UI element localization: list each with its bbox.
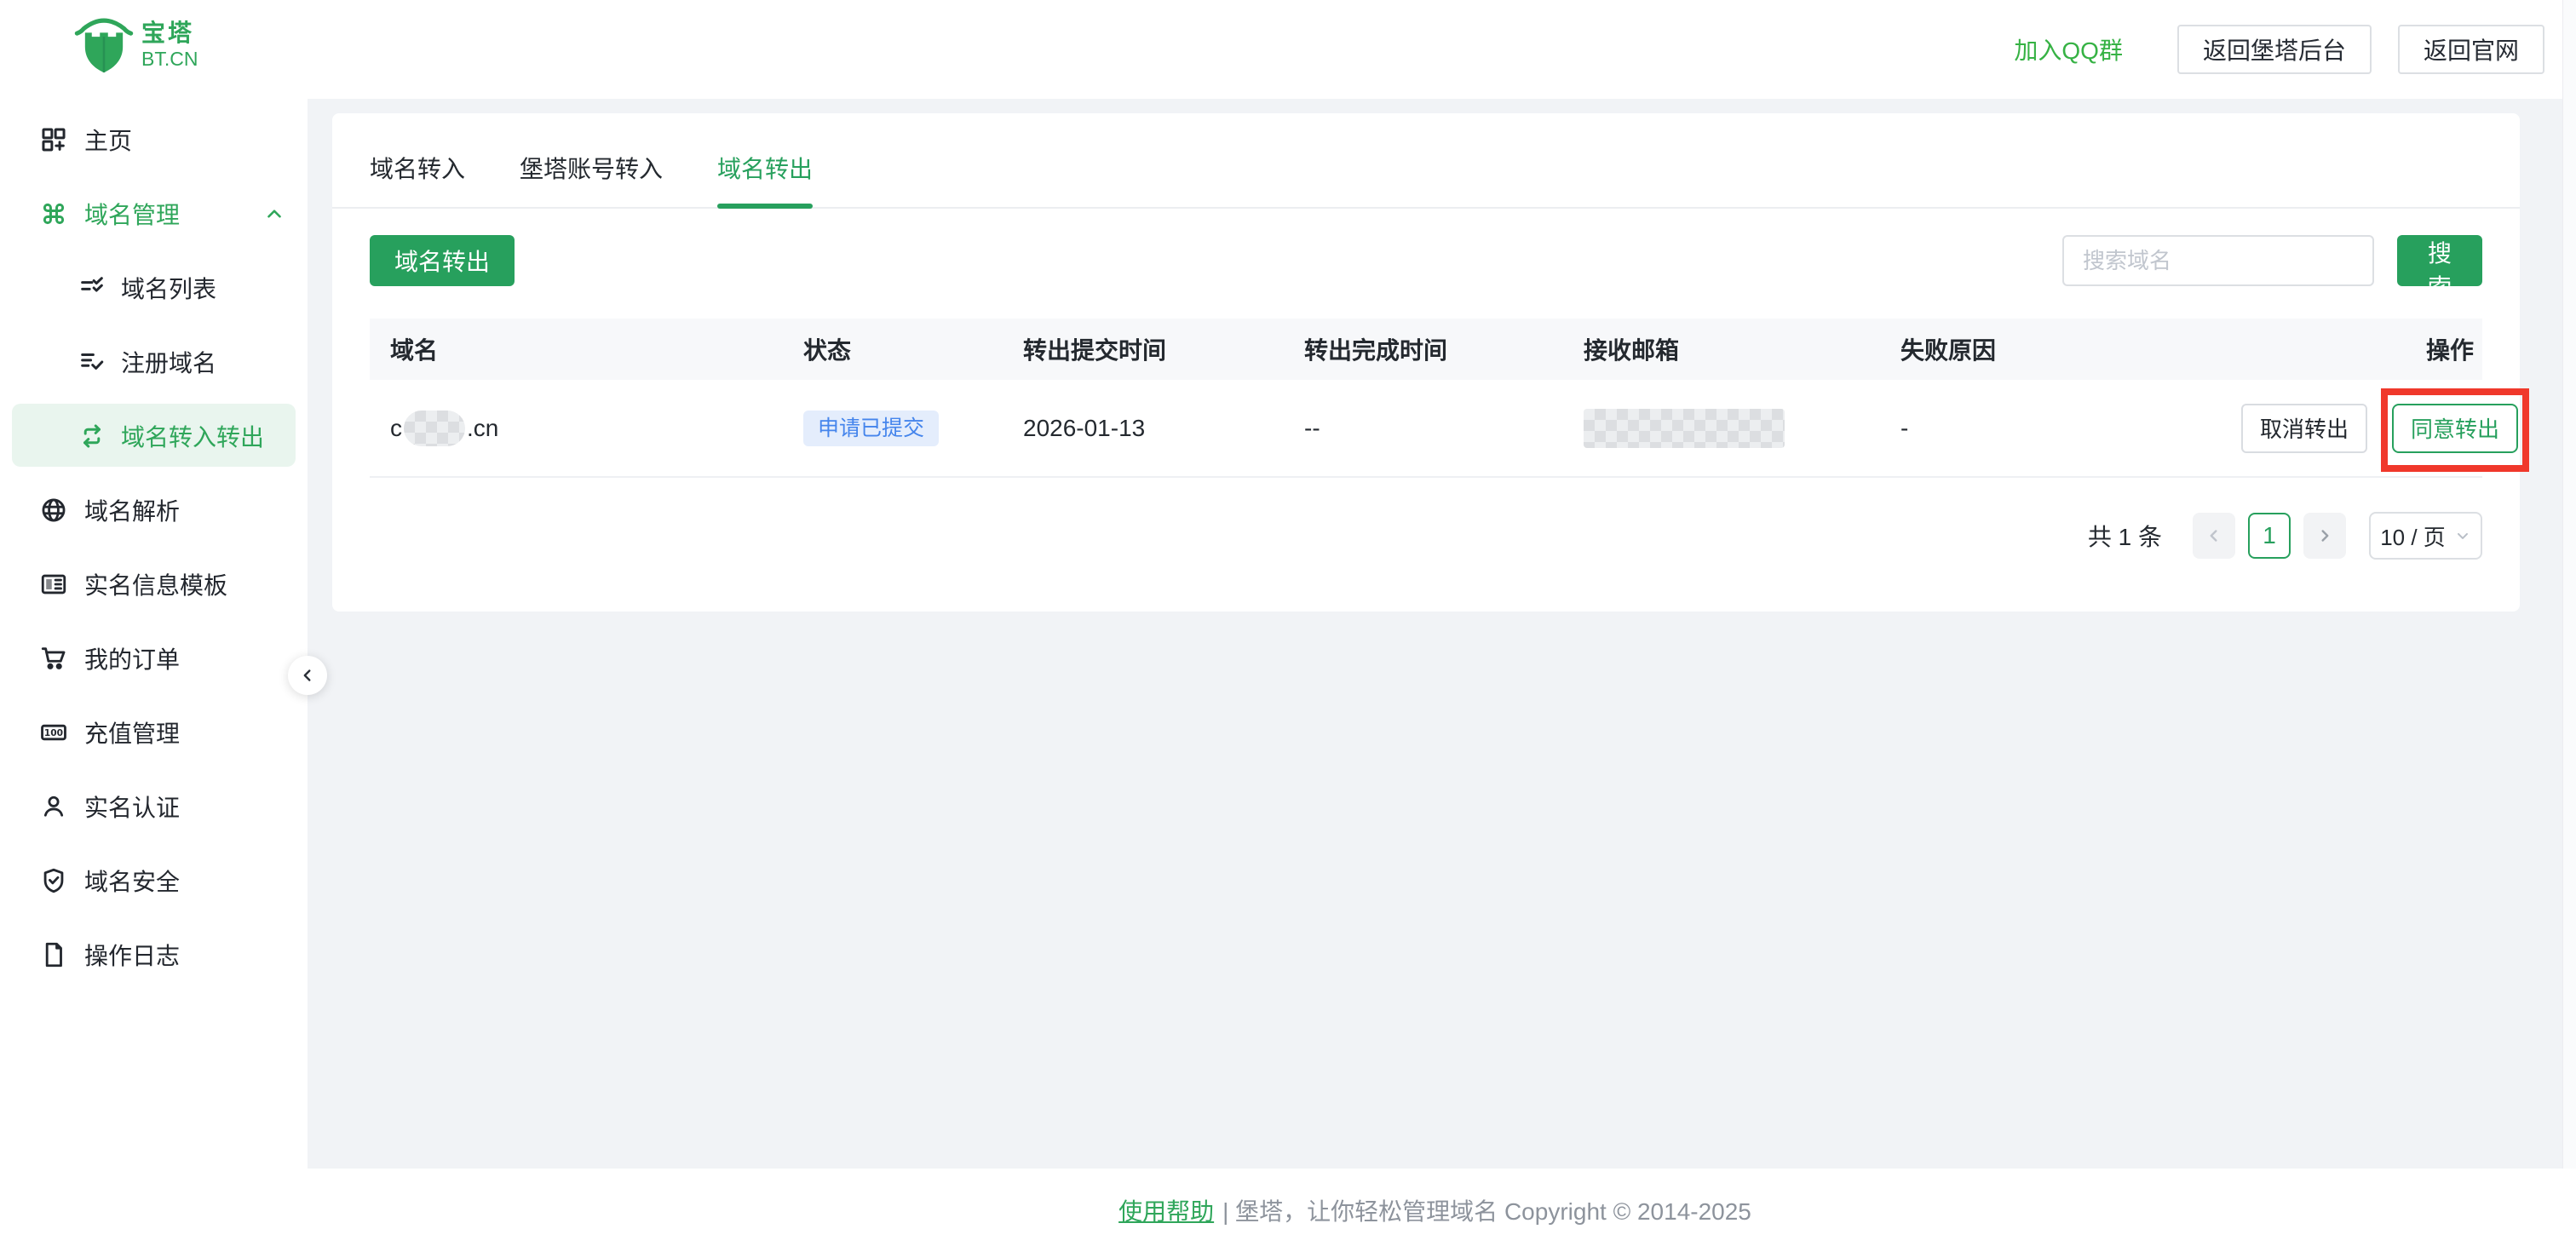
- pagination-page-1[interactable]: 1: [2248, 513, 2291, 559]
- svg-text:100: 100: [44, 727, 63, 738]
- tab-bar: 域名转入 堡塔账号转入 域名转出: [332, 113, 2520, 209]
- scrollbar-gutter[interactable]: [2562, 0, 2576, 1252]
- sidebar-item-register-domain[interactable]: 注册域名: [0, 324, 308, 399]
- sidebar-item-label: 实名认证: [84, 790, 180, 824]
- column-header-complete-time: 转出完成时间: [1284, 332, 1563, 366]
- banknote-icon: 100: [39, 718, 68, 747]
- transfer-out-button[interactable]: 域名转出: [370, 235, 515, 286]
- column-header-domain: 域名: [370, 332, 783, 366]
- cart-icon: [39, 644, 68, 673]
- back-to-admin-button[interactable]: 返回堡塔后台: [2177, 25, 2372, 74]
- sidebar-nav: 主页 域名管理 域名列表 注册域名: [0, 102, 308, 991]
- file-icon: [39, 940, 68, 969]
- sidebar-item-label: 域名管理: [84, 197, 180, 231]
- toolbar: 域名转出 搜索: [332, 235, 2520, 286]
- sidebar-item-domain-list[interactable]: 域名列表: [0, 250, 308, 324]
- pagination-next-button[interactable]: [2303, 513, 2346, 559]
- actions-cell: 取消转出 同意转出: [2221, 404, 2527, 453]
- transfer-out-table: 域名 状态 转出提交时间 转出完成时间 接收邮箱 失败原因 操作 c .cn 申…: [370, 319, 2482, 478]
- sidebar-item-label: 域名解析: [84, 493, 180, 527]
- column-header-fail-reason: 失败原因: [1880, 332, 2221, 366]
- transfer-icon: [78, 422, 106, 451]
- chevron-left-icon: [2205, 526, 2223, 545]
- command-icon: [39, 199, 68, 228]
- sidebar-item-label: 注册域名: [121, 345, 216, 379]
- submit-time-cell: 2026-01-13: [1003, 415, 1284, 442]
- join-qq-link[interactable]: 加入QQ群: [2014, 32, 2123, 66]
- dashboard-icon: [39, 125, 68, 154]
- sidebar-item-dns[interactable]: 域名解析: [0, 473, 308, 547]
- brand-subtitle: BT.CN: [141, 48, 198, 70]
- cancel-transfer-button[interactable]: 取消转出: [2241, 404, 2367, 453]
- domain-cell: c .cn: [370, 411, 783, 446]
- sidebar-collapse-button[interactable]: [288, 656, 327, 695]
- brand-logo[interactable]: 宝塔 BT.CN: [0, 0, 308, 80]
- search-button[interactable]: 搜索: [2397, 235, 2482, 286]
- sidebar-item-label: 实名信息模板: [84, 567, 227, 601]
- chevron-right-icon: [2315, 526, 2334, 545]
- search-input[interactable]: [2062, 235, 2374, 286]
- fail-reason-cell: -: [1880, 415, 2221, 442]
- sidebar: 宝塔 BT.CN 主页 域名管理 域: [0, 0, 308, 1252]
- sidebar-item-domain-security[interactable]: 域名安全: [0, 843, 308, 917]
- user-icon: [39, 792, 68, 821]
- shield-check-icon: [39, 866, 68, 895]
- redacted-email-blur: [1584, 409, 1785, 448]
- brand-title: 宝塔: [141, 19, 198, 48]
- template-icon: [39, 570, 68, 599]
- sidebar-item-realname-template[interactable]: 实名信息模板: [0, 547, 308, 621]
- main-area: 域名转入 堡塔账号转入 域名转出 域名转出 搜索 域名 状态 转出提交时间 转出…: [308, 99, 2562, 1169]
- column-header-submit-time: 转出提交时间: [1003, 332, 1284, 366]
- sidebar-item-domain-management[interactable]: 域名管理: [0, 176, 308, 250]
- bt-shield-logo-icon: [72, 14, 136, 80]
- redacted-domain-blur: [404, 411, 465, 446]
- globe-icon: [39, 496, 68, 525]
- tab-domain-transfer-in[interactable]: 域名转入: [370, 151, 465, 207]
- complete-time-cell: --: [1284, 415, 1563, 442]
- sidebar-item-home[interactable]: 主页: [0, 102, 308, 176]
- back-to-site-button[interactable]: 返回官网: [2398, 25, 2544, 74]
- table-row: c .cn 申请已提交 2026-01-13 -- - 取消转出 同意转出: [370, 380, 2482, 478]
- list-check-icon: [78, 273, 106, 302]
- page-size-select[interactable]: 10 / 页: [2369, 512, 2482, 560]
- footer-copyright: | 堡塔，让你轻松管理域名 Copyright © 2014-2025: [1222, 1193, 1751, 1227]
- footer: 使用帮助 | 堡塔，让你轻松管理域名 Copyright © 2014-2025: [0, 1169, 2576, 1252]
- pagination: 共 1 条 1 10 / 页: [332, 512, 2520, 560]
- column-header-status: 状态: [783, 332, 1003, 366]
- email-cell: [1563, 409, 1880, 448]
- topbar: 加入QQ群 返回堡塔后台 返回官网: [308, 0, 2562, 99]
- list-register-icon: [78, 347, 106, 376]
- sidebar-item-label: 域名列表: [121, 271, 216, 305]
- sidebar-item-operation-log[interactable]: 操作日志: [0, 917, 308, 991]
- sidebar-item-domain-transfer[interactable]: 域名转入转出: [0, 399, 308, 473]
- sidebar-item-label: 我的订单: [84, 641, 180, 675]
- agree-transfer-button[interactable]: 同意转出: [2392, 404, 2518, 453]
- sidebar-item-label: 域名安全: [84, 864, 180, 898]
- sidebar-item-orders[interactable]: 我的订单: [0, 621, 308, 695]
- sidebar-item-label: 主页: [84, 123, 132, 157]
- column-header-email: 接收邮箱: [1563, 332, 1880, 366]
- sidebar-item-recharge[interactable]: 100 充值管理: [0, 695, 308, 769]
- chevron-down-icon: [2454, 527, 2471, 544]
- status-badge: 申请已提交: [803, 411, 939, 446]
- sidebar-item-label: 操作日志: [84, 938, 180, 972]
- tab-domain-transfer-out[interactable]: 域名转出: [717, 151, 813, 207]
- pagination-prev-button[interactable]: [2193, 513, 2235, 559]
- chevron-left-icon: [298, 666, 317, 685]
- content-card: 域名转入 堡塔账号转入 域名转出 域名转出 搜索 域名 状态 转出提交时间 转出…: [332, 113, 2520, 612]
- sidebar-item-label: 域名转入转出: [121, 419, 264, 453]
- chevron-up-icon: [263, 203, 285, 225]
- sidebar-item-realname-auth[interactable]: 实名认证: [0, 769, 308, 843]
- column-header-actions: 操作: [2221, 332, 2482, 366]
- help-link[interactable]: 使用帮助: [1118, 1193, 1214, 1227]
- pagination-total: 共 1 条: [2088, 519, 2162, 553]
- sidebar-item-label: 充值管理: [84, 715, 180, 749]
- tab-bt-account-transfer-in[interactable]: 堡塔账号转入: [520, 151, 663, 207]
- table-header-row: 域名 状态 转出提交时间 转出完成时间 接收邮箱 失败原因 操作: [370, 319, 2482, 380]
